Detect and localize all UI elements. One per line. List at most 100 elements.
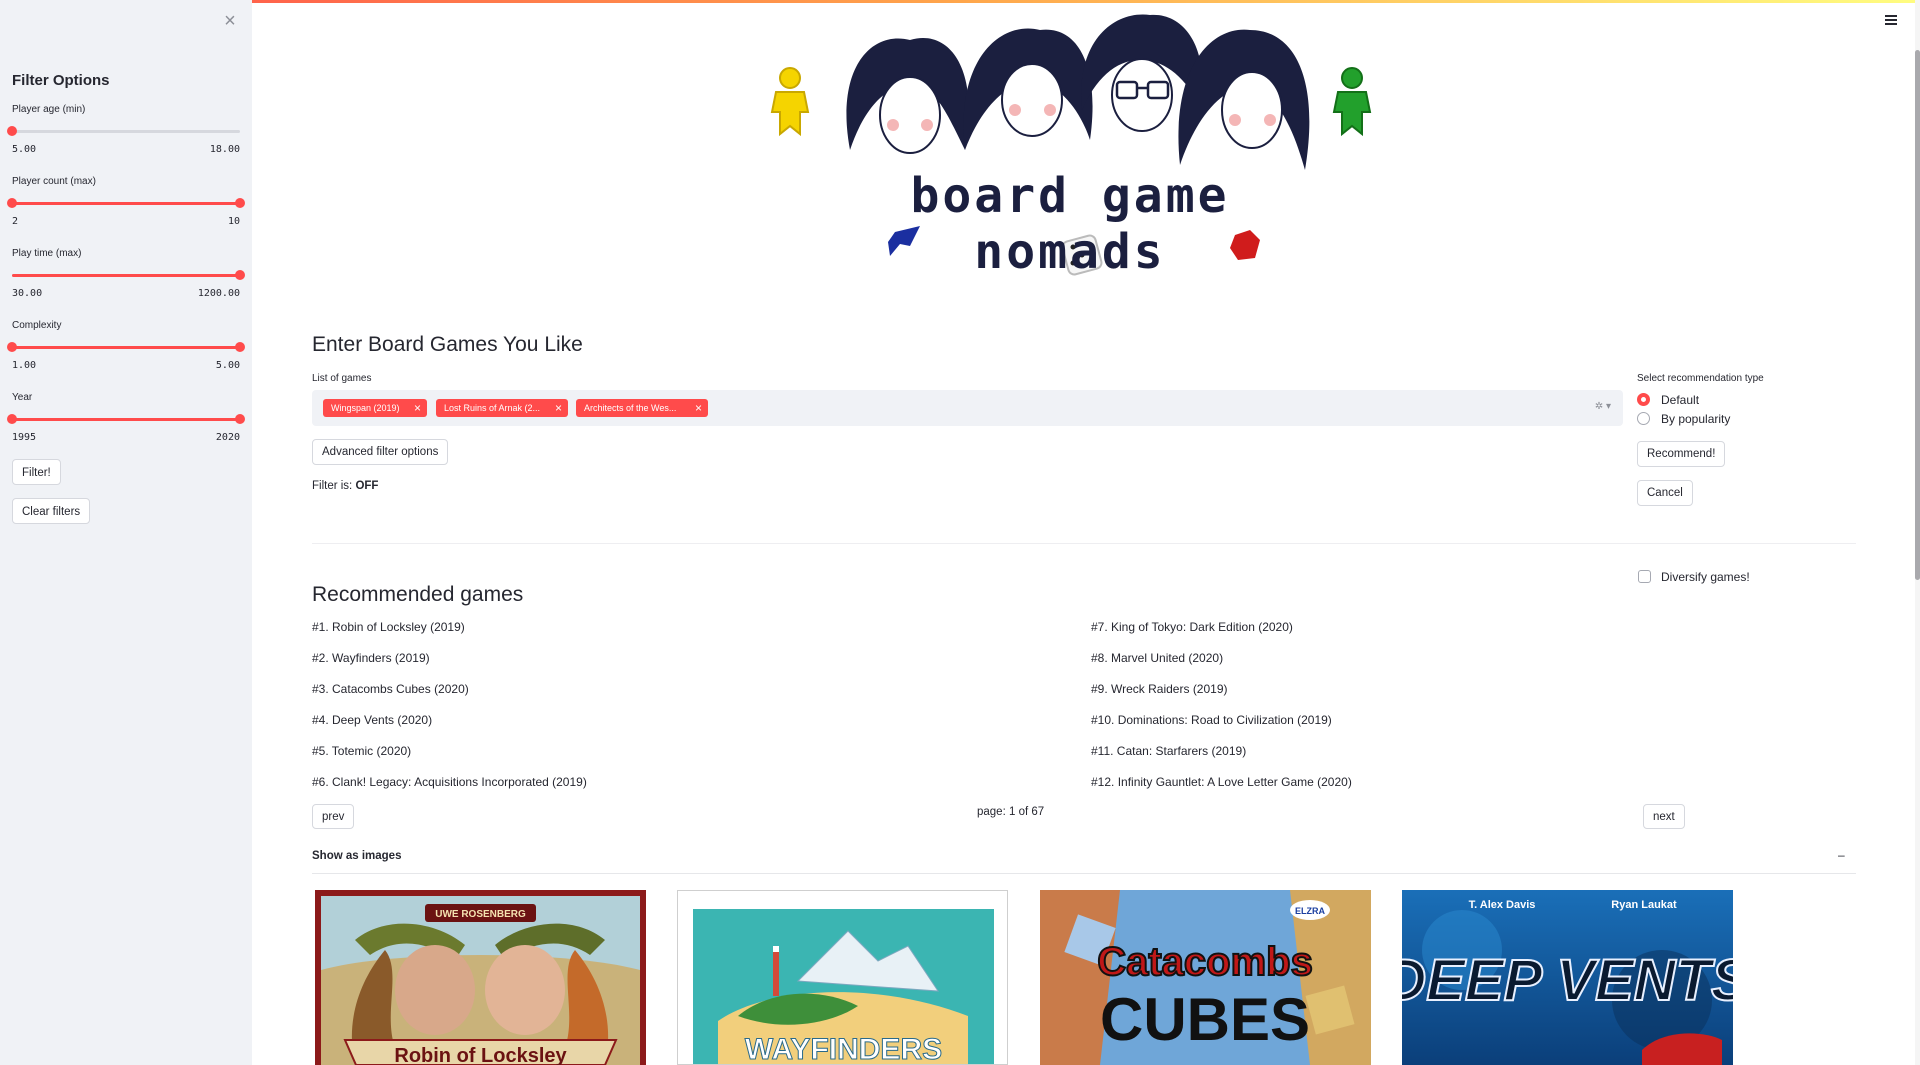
filter-status-value: OFF [355, 480, 379, 492]
slider-max-value: 18.00 [209, 144, 240, 155]
cover-catacombs-cubes[interactable]: ELZRA Catacombs CUBES [1040, 890, 1371, 1065]
rec-item: #11. Catan: Starfarers (2019) [1091, 744, 1247, 758]
slider-thumb[interactable] [235, 270, 245, 280]
results-heading: Recommended games [312, 583, 524, 606]
filter-status-prefix: Filter is: [312, 480, 356, 492]
slider-max-value: 2020 [215, 432, 240, 443]
slider-min-value: 5.00 [12, 144, 37, 155]
radio-button-selected[interactable] [1637, 393, 1650, 406]
games-multiselect[interactable]: Wingspan (2019) × Lost Ruins of Arnak (2… [312, 390, 1623, 426]
rec-type-label: Select recommendation type [1637, 373, 1764, 384]
rec-item: #12. Infinity Gauntlet: A Love Letter Ga… [1091, 775, 1352, 789]
cover-art: T. Alex Davis Ryan Laukat DEEP VENTS [1402, 890, 1733, 1065]
menu-icon[interactable] [1885, 15, 1899, 27]
logo-text: board game nomads [910, 168, 1230, 280]
filter-status: Filter is: OFF [312, 480, 378, 492]
radio-button[interactable] [1637, 412, 1650, 425]
slider-complexity[interactable]: Complexity 1.00 5.00 [7, 320, 245, 372]
game-tag[interactable]: Wingspan (2019) × [323, 399, 427, 417]
remove-tag-icon[interactable]: × [414, 399, 421, 417]
slider-label: Player count (max) [12, 176, 96, 187]
slider-player-count[interactable]: Player count (max) 2 10 [7, 176, 245, 228]
slider-play-time[interactable]: Play time (max) 30.00 1200.00 [12, 248, 245, 300]
clear-dropdown-icons[interactable]: ✲ ▾ [1595, 401, 1611, 412]
tag-label: Lost Ruins of Arnak (2... [444, 403, 541, 413]
prev-button[interactable]: prev [312, 804, 355, 829]
tag-label: Architects of the Wes... [584, 403, 677, 413]
rec-item: #2. Wayfinders (2019) [312, 651, 430, 665]
rec-item: #6. Clank! Legacy: Acquisitions Incorpor… [312, 775, 587, 789]
rec-item: #8. Marvel United (2020) [1091, 651, 1224, 665]
rec-item: #5. Totemic (2020) [312, 744, 412, 758]
advanced-filter-button[interactable]: Advanced filter options [312, 439, 449, 465]
slider-label: Player age (min) [12, 104, 86, 115]
cover-deep-vents[interactable]: T. Alex Davis Ryan Laukat DEEP VENTS [1402, 890, 1733, 1065]
cover-robin-of-locksley[interactable]: UWE ROSENBERG Robin of Locksley [315, 890, 646, 1065]
slider-fill [12, 418, 240, 421]
rec-item: #3. Catacombs Cubes (2020) [312, 682, 469, 696]
diversify-label: Diversify games! [1661, 570, 1750, 584]
slider-label: Complexity [12, 320, 62, 331]
games-list-label: List of games [312, 373, 372, 384]
rec-item: #10. Dominations: Road to Civilization (… [1091, 713, 1332, 727]
cover-title: DEEP VENTS [1402, 948, 1733, 1013]
scrollbar[interactable] [1915, 0, 1920, 1065]
slider-min-value: 1995 [12, 432, 37, 443]
slider-thumb-low[interactable] [7, 198, 17, 208]
filter-button[interactable]: Filter! [12, 459, 61, 485]
divider [312, 543, 1856, 544]
expander-divider [312, 873, 1856, 874]
game-tag[interactable]: Lost Ruins of Arnak (2... × [436, 399, 568, 417]
rec-item: #1. Robin of Locksley (2019) [312, 620, 465, 634]
slider-min-value: 30.00 [12, 288, 43, 299]
slider-track [12, 130, 240, 133]
next-button[interactable]: next [1643, 804, 1685, 829]
slider-thumb[interactable] [7, 126, 17, 136]
radio-label: By popularity [1661, 412, 1731, 426]
remove-tag-icon[interactable]: × [695, 399, 702, 417]
cover-title-line2: CUBES [1100, 986, 1310, 1053]
radio-label: Default [1661, 393, 1700, 407]
slider-fill [12, 346, 240, 349]
diversify-checkbox[interactable] [1638, 570, 1651, 583]
slider-fill [12, 202, 240, 205]
slider-thumb-high[interactable] [235, 342, 245, 352]
radio-default[interactable]: Default [1637, 392, 1757, 408]
radio-popularity[interactable]: By popularity [1637, 411, 1757, 427]
slider-player-age[interactable]: Player age (min) 5.00 18.00 [7, 104, 240, 156]
slider-label: Play time (max) [12, 248, 82, 259]
cover-art: UWE ROSENBERG Robin of Locksley [315, 890, 646, 1065]
remove-tag-icon[interactable]: × [555, 399, 562, 417]
collapse-icon[interactable]: – [1838, 848, 1845, 862]
images-expander-label[interactable]: Show as images [312, 850, 401, 862]
rec-item: #9. Wreck Raiders (2019) [1091, 682, 1228, 696]
input-heading: Enter Board Games You Like [312, 333, 583, 356]
slider-thumb-low[interactable] [7, 414, 17, 424]
slider-thumb-high[interactable] [235, 198, 245, 208]
slider-year[interactable]: Year 1995 2020 [7, 392, 245, 444]
slider-min-value: 1.00 [12, 360, 37, 371]
cover-wayfinders[interactable]: WAYFINDERS [677, 890, 1008, 1065]
scrollbar-thumb[interactable] [1915, 50, 1920, 580]
rec-item: #7. King of Tokyo: Dark Edition (2020) [1091, 620, 1293, 634]
cover-art: WAYFINDERS [678, 891, 1007, 1065]
close-sidebar-icon[interactable]: × [222, 11, 238, 31]
rec-item: #4. Deep Vents (2020) [312, 713, 433, 727]
cover-publisher: ELZRA [1295, 906, 1325, 916]
slider-thumb-high[interactable] [235, 414, 245, 424]
slider-max-value: 5.00 [215, 360, 240, 371]
cancel-button[interactable]: Cancel [1637, 480, 1693, 506]
slider-max-value: 1200.00 [197, 288, 240, 299]
cover-title: WAYFINDERS [745, 1033, 942, 1065]
page-indicator: page: 1 of 67 [977, 806, 1045, 818]
cover-author: Ryan Laukat [1611, 899, 1677, 911]
slider-thumb-low[interactable] [7, 342, 17, 352]
sidebar: × Filter Options Player age (min) 5.00 1… [0, 0, 252, 1065]
slider-label: Year [12, 392, 33, 403]
clear-filters-button[interactable]: Clear filters [12, 498, 91, 524]
recommend-button[interactable]: Recommend! [1637, 441, 1726, 467]
cover-title: Robin of Locksley [394, 1045, 567, 1065]
game-tag[interactable]: Architects of the Wes... × [576, 399, 708, 417]
slider-fill [12, 274, 240, 277]
cover-author: UWE ROSENBERG [435, 909, 526, 920]
